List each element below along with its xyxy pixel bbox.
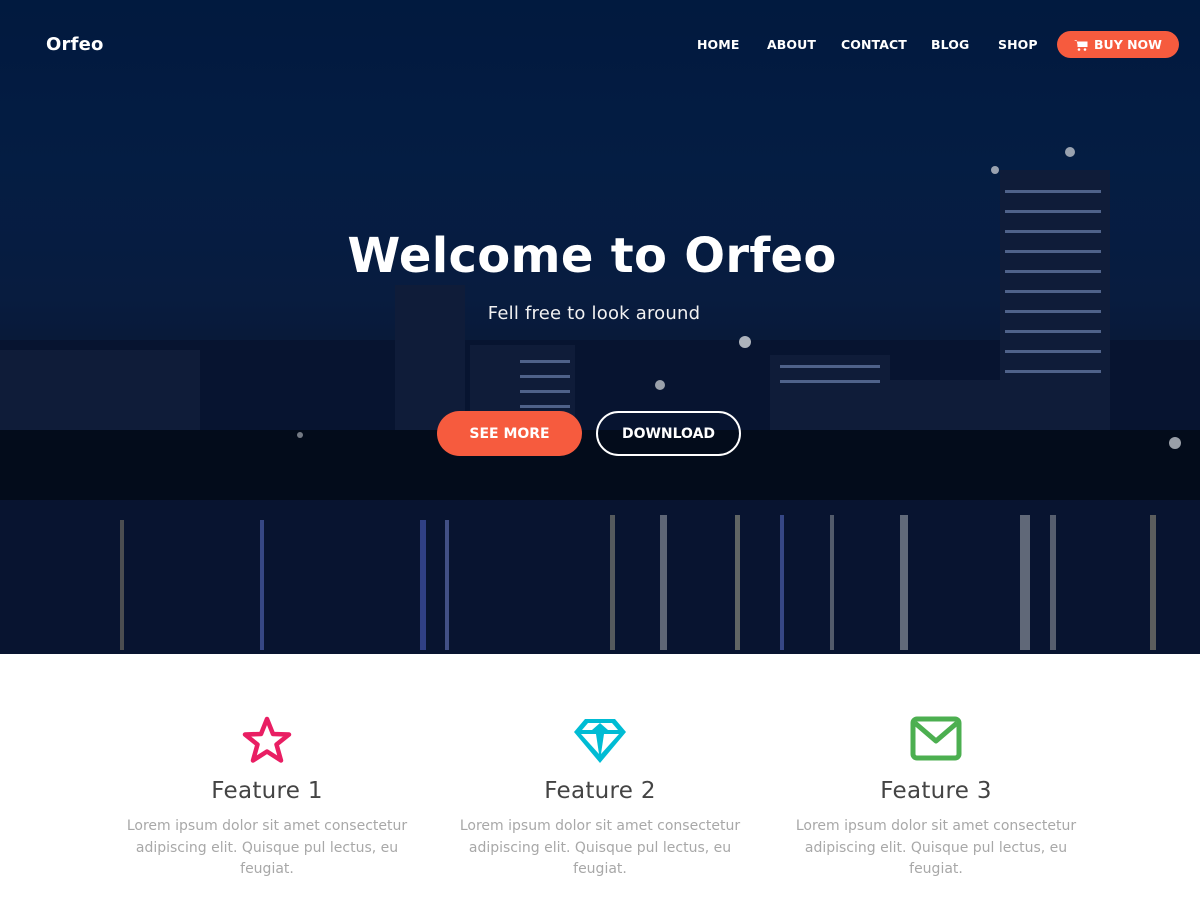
hero-subtitle: Fell free to look around [487,303,701,324]
envelope-icon [910,716,962,761]
navbar: Orfeo HOME ABOUT CONTACT BLOG SHOP BUY N… [0,0,1200,90]
nav-link-about[interactable]: ABOUT [767,37,816,52]
hero-overlay [0,0,1200,654]
feature-description: Lorem ipsum dolor sit amet consectetur a… [795,818,1077,877]
cart-icon [1074,39,1088,51]
feature-title: Feature 2 [544,778,656,804]
feature-title: Feature 3 [880,778,992,804]
nav-link-home[interactable]: HOME [697,37,739,52]
feature-description: Lorem ipsum dolor sit amet consectetur a… [459,818,741,877]
buy-now-label: BUY NOW [1094,37,1162,52]
buy-now-button[interactable]: BUY NOW [1057,31,1179,58]
nav-link-contact[interactable]: CONTACT [841,37,907,52]
diamond-icon [574,719,626,763]
nav-link-shop[interactable]: SHOP [998,37,1038,52]
star-icon [242,716,292,763]
feature-title: Feature 1 [211,778,323,804]
hero-section: Orfeo HOME ABOUT CONTACT BLOG SHOP BUY N… [0,0,1200,654]
see-more-button[interactable]: SEE MORE [437,411,582,456]
feature-description: Lorem ipsum dolor sit amet consectetur a… [126,818,408,877]
nav-link-blog[interactable]: BLOG [931,37,969,52]
brand-logo[interactable]: Orfeo [46,34,104,55]
download-button[interactable]: DOWNLOAD [596,411,741,456]
features-section: Feature 1 Lorem ipsum dolor sit amet con… [0,654,1200,900]
hero-title: Welcome to Orfeo [347,228,837,284]
